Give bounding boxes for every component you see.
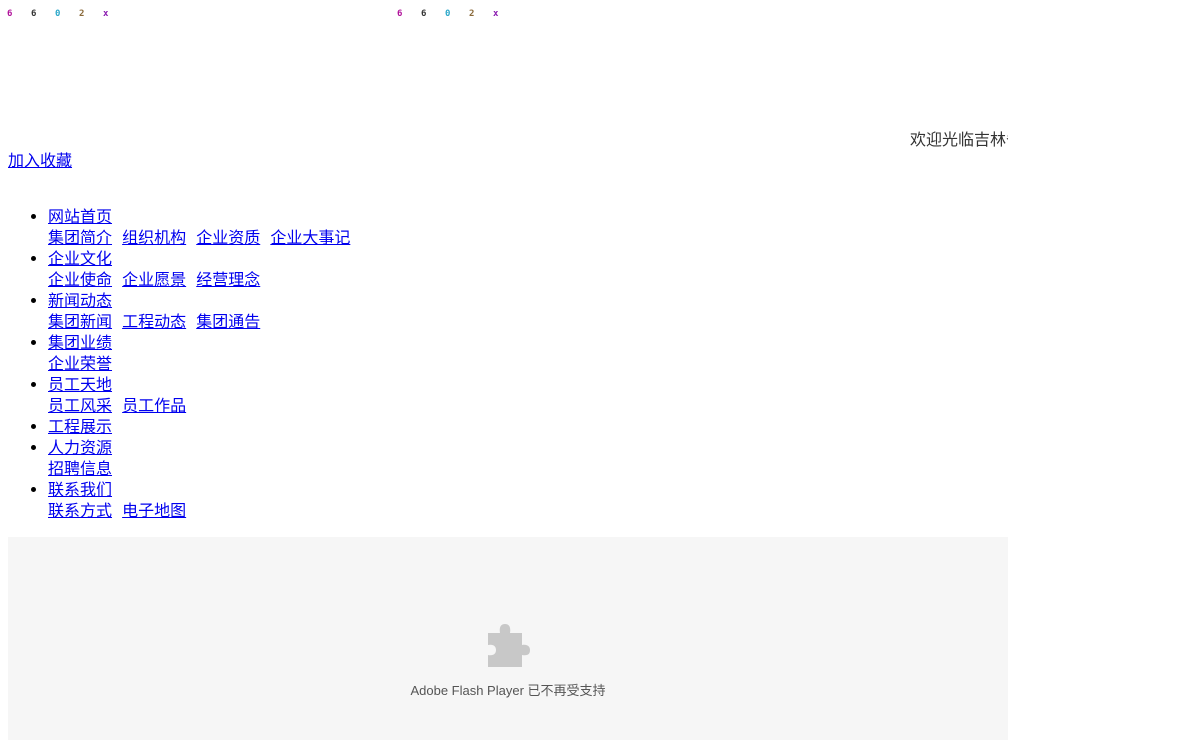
main-nav: 网站首页集团简介 组织机构 企业资质 企业大事记企业文化企业使命 企业愿景 经营… [8, 206, 350, 521]
nav-submenu: 集团新闻 工程动态 集团通告 [48, 311, 350, 332]
nav-item: 企业文化企业使命 企业愿景 经营理念 [48, 248, 350, 290]
nav-item: 集团业绩企业荣誉 [48, 332, 350, 374]
nav-item: 新闻动态集团新闻 工程动态 集团通告 [48, 290, 350, 332]
captcha-char: x [103, 9, 109, 19]
captcha-char: 0 [55, 9, 61, 19]
nav-link[interactable]: 企业文化 [48, 249, 112, 268]
nav-submenu-link[interactable]: 企业使命 [48, 270, 112, 289]
flash-message: Adobe Flash Player 已不再受支持 [410, 683, 606, 698]
nav-item: 联系我们联系方式 电子地图 [48, 479, 350, 521]
nav-submenu: 集团简介 组织机构 企业资质 企业大事记 [48, 227, 350, 248]
captcha-char: 6 [31, 9, 37, 19]
nav-link[interactable]: 新闻动态 [48, 291, 112, 310]
nav-submenu: 招聘信息 [48, 458, 350, 479]
nav-submenu-link[interactable]: 集团简介 [48, 228, 112, 247]
nav-submenu-link[interactable]: 集团新闻 [48, 312, 112, 331]
captcha-image-right: 6 6 0 2 x [397, 6, 517, 22]
nav-submenu-link[interactable]: 组织机构 [122, 228, 186, 247]
captcha-char: 6 [397, 9, 403, 19]
nav-submenu: 企业使命 企业愿景 经营理念 [48, 269, 350, 290]
nav-submenu-link[interactable]: 经营理念 [196, 270, 260, 289]
nav-submenu-link[interactable]: 电子地图 [122, 501, 186, 520]
nav-link[interactable]: 工程展示 [48, 417, 112, 436]
nav-submenu: 联系方式 电子地图 [48, 500, 350, 521]
captcha-char: 2 [79, 9, 85, 19]
nav-submenu-link[interactable]: 企业资质 [196, 228, 260, 247]
captcha-char: x [493, 9, 499, 19]
captcha-image-left: 6 6 0 2 x [7, 6, 127, 22]
nav-submenu-link[interactable]: 企业大事记 [270, 228, 350, 247]
captcha-char: 0 [445, 9, 451, 19]
nav-submenu: 企业荣誉 [48, 353, 350, 374]
nav-submenu-link[interactable]: 工程动态 [122, 312, 186, 331]
nav-submenu-link[interactable]: 员工风采 [48, 396, 112, 415]
nav-submenu: 员工风采 员工作品 [48, 395, 350, 416]
nav-link[interactable]: 员工天地 [48, 375, 112, 394]
nav-submenu-link[interactable]: 企业愿景 [122, 270, 186, 289]
nav-item: 工程展示 [48, 416, 350, 437]
nav-submenu-link[interactable]: 企业荣誉 [48, 354, 112, 373]
nav-submenu-link[interactable]: 招聘信息 [48, 459, 112, 478]
nav-link[interactable]: 联系我们 [48, 480, 112, 499]
nav-submenu-link[interactable]: 联系方式 [48, 501, 112, 520]
nav-submenu-link[interactable]: 员工作品 [122, 396, 186, 415]
captcha-char: 6 [421, 9, 427, 19]
nav-submenu-link[interactable]: 集团通告 [196, 312, 260, 331]
nav-link[interactable]: 网站首页 [48, 207, 112, 226]
captcha-char: 6 [7, 9, 13, 19]
flash-unsupported-notice: Adobe Flash Player 已不再受支持 [8, 623, 1008, 699]
nav-link[interactable]: 集团业绩 [48, 333, 112, 352]
welcome-text: 欢迎光临吉林省 [910, 130, 1008, 149]
welcome-marquee: 欢迎光临吉林省 [8, 128, 1008, 152]
nav-item: 员工天地员工风采 员工作品 [48, 374, 350, 416]
page: 6 6 0 2 x 6 6 0 2 x 欢迎光临吉林省 加入收藏 网站首页集团简… [0, 0, 1200, 740]
flash-placeholder: Adobe Flash Player 已不再受支持 [8, 537, 1008, 740]
add-favorite-link[interactable]: 加入收藏 [8, 150, 72, 171]
nav-link[interactable]: 人力资源 [48, 438, 112, 457]
nav-item: 网站首页集团简介 组织机构 企业资质 企业大事记 [48, 206, 350, 248]
captcha-char: 2 [469, 9, 475, 19]
puzzle-plugin-icon [488, 624, 530, 667]
nav-item: 人力资源招聘信息 [48, 437, 350, 479]
